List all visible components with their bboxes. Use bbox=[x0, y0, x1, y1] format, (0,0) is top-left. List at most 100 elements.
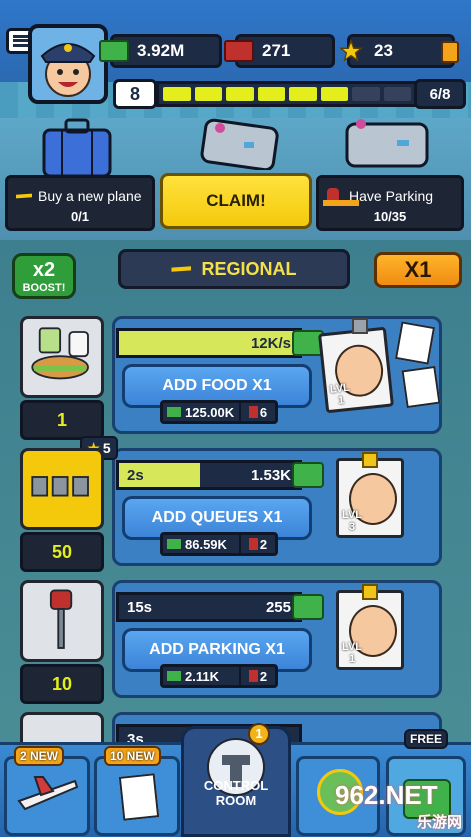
manager-level: LVL 1 bbox=[329, 381, 351, 408]
passenger-walking-icon bbox=[248, 406, 258, 418]
staff-cost: 2 bbox=[259, 668, 268, 684]
boost-multiplier: x2 bbox=[32, 259, 56, 281]
xp-segment bbox=[352, 87, 380, 101]
planes-tab[interactable] bbox=[4, 756, 90, 836]
tape-icon bbox=[362, 584, 378, 600]
cash-icon bbox=[292, 594, 324, 620]
quest-progress-bar bbox=[323, 200, 359, 206]
station-level: 1 bbox=[20, 400, 104, 440]
staff-new-badge: 10 NEW bbox=[104, 746, 161, 766]
grey-suitcase-icon-2 bbox=[345, 119, 429, 168]
upgrade-cost: 2.11K 2 bbox=[160, 664, 278, 688]
level-badge: 8 bbox=[113, 79, 157, 109]
boost-label: BOOST! bbox=[22, 282, 66, 294]
watermark-sub: 乐游网 bbox=[416, 814, 462, 831]
airplane-icon bbox=[17, 776, 79, 811]
cash-icon bbox=[167, 407, 181, 417]
passenger-walking-icon bbox=[248, 670, 258, 682]
upgrade-cost: 125.00K 6 bbox=[160, 400, 278, 424]
cash-icon bbox=[167, 671, 181, 681]
income-bar: 15s 255 bbox=[116, 592, 302, 622]
manager-card[interactable]: LVL 1 bbox=[318, 326, 394, 414]
xp-segment bbox=[320, 87, 348, 101]
income-label: 12K/s bbox=[250, 334, 291, 352]
quest-progress: 0/1 bbox=[70, 209, 90, 224]
region-label: REGIONAL bbox=[201, 258, 297, 279]
cash-icon bbox=[292, 462, 324, 488]
queues-station-thumb[interactable] bbox=[20, 448, 104, 530]
queue-barrier-icon bbox=[31, 476, 89, 497]
cost-value: 125.00K bbox=[185, 404, 235, 420]
staff-card-icon bbox=[118, 773, 160, 821]
manager-card[interactable]: LVL 1 bbox=[336, 590, 404, 670]
xp-segment bbox=[257, 87, 285, 101]
quest-title: Have Parking bbox=[349, 188, 434, 204]
cash-icon bbox=[167, 539, 181, 549]
star-shop-button[interactable] bbox=[441, 41, 459, 63]
parking-station-thumb[interactable] bbox=[20, 580, 104, 662]
cost-value: 86.59K bbox=[185, 536, 227, 552]
clip-icon bbox=[352, 318, 368, 334]
xp-segment bbox=[289, 87, 317, 101]
buy-multiplier-button[interactable]: X1 bbox=[374, 252, 462, 288]
xp-segment bbox=[383, 87, 411, 101]
manager-level: LVL 3 bbox=[342, 509, 362, 533]
cost-value: 2.11K bbox=[185, 668, 219, 684]
tape-icon bbox=[362, 452, 378, 468]
player-avatar[interactable] bbox=[28, 24, 108, 104]
staff-tab[interactable] bbox=[94, 756, 180, 836]
quest-card-plane[interactable]: Buy a new plane 0/1 bbox=[5, 175, 155, 231]
staff-cost: 2 bbox=[259, 536, 268, 552]
xp-segment bbox=[194, 87, 222, 101]
planes-new-badge: 2 NEW bbox=[14, 746, 65, 766]
manager-level: LVL 1 bbox=[342, 641, 362, 665]
watermark: 962.NET 乐游网 bbox=[335, 780, 470, 835]
plane-icon bbox=[16, 193, 32, 199]
passenger-walking-icon bbox=[248, 538, 258, 550]
upgrade-cost: 86.59K 2 bbox=[160, 532, 278, 556]
passenger-walking-icon bbox=[224, 40, 254, 62]
income-label: 1.53K bbox=[250, 466, 291, 484]
control-room-badge: 1 bbox=[248, 723, 270, 745]
income-label: 255 bbox=[265, 598, 291, 616]
star-counter: 23 bbox=[339, 34, 455, 68]
cash-icon bbox=[99, 40, 129, 62]
passenger-value: 271 bbox=[262, 41, 291, 60]
blue-suitcase-icon bbox=[42, 118, 112, 176]
parking-meter-icon bbox=[49, 589, 73, 649]
control-room-label: CONTROL ROOM bbox=[203, 778, 269, 808]
xp-count: 6/8 bbox=[414, 79, 466, 109]
quest-progress: 10/35 bbox=[373, 209, 407, 224]
region-selector[interactable]: REGIONAL bbox=[118, 249, 350, 289]
quest-card-parking[interactable]: Have Parking 10/35 bbox=[316, 175, 464, 231]
xp-segment bbox=[163, 87, 191, 101]
star-badge-value: 5 bbox=[102, 440, 111, 456]
time-label: 15s bbox=[127, 598, 153, 616]
staff-cost: 6 bbox=[259, 404, 268, 420]
manager-photo-stack-2 bbox=[401, 365, 441, 409]
manager-card[interactable]: LVL 3 bbox=[336, 458, 404, 538]
passenger-counter: 271 bbox=[224, 34, 335, 68]
quest-title: Buy a new plane bbox=[38, 188, 142, 204]
star-value: 23 bbox=[374, 41, 393, 60]
station-level: 50 bbox=[20, 532, 104, 572]
time-label: 2s bbox=[127, 466, 144, 484]
plane-icon bbox=[171, 266, 192, 272]
income-bar: 12K/s bbox=[116, 328, 302, 358]
xp-progress-bar bbox=[156, 81, 418, 107]
menu-icon-bar bbox=[13, 39, 28, 42]
boost-button[interactable]: x2 BOOST! bbox=[12, 253, 76, 299]
control-room-tab[interactable]: 1 CONTROL ROOM bbox=[181, 723, 291, 837]
star-icon bbox=[339, 40, 363, 62]
claim-button[interactable]: CLAIM! bbox=[160, 173, 312, 229]
income-bar: 2s 1.53K bbox=[116, 460, 302, 490]
grey-suitcase-icon bbox=[200, 118, 279, 170]
station-level: 10 bbox=[20, 664, 104, 704]
cash-value: 3.92M bbox=[137, 41, 185, 60]
xp-segment bbox=[226, 87, 254, 101]
pilot-avatar-icon bbox=[40, 43, 96, 97]
food-station-thumb[interactable] bbox=[20, 316, 104, 398]
watermark-logo: 962.NET bbox=[335, 780, 438, 810]
manager-photo-stack bbox=[394, 321, 436, 365]
cash-counter: 3.92M bbox=[99, 34, 222, 68]
